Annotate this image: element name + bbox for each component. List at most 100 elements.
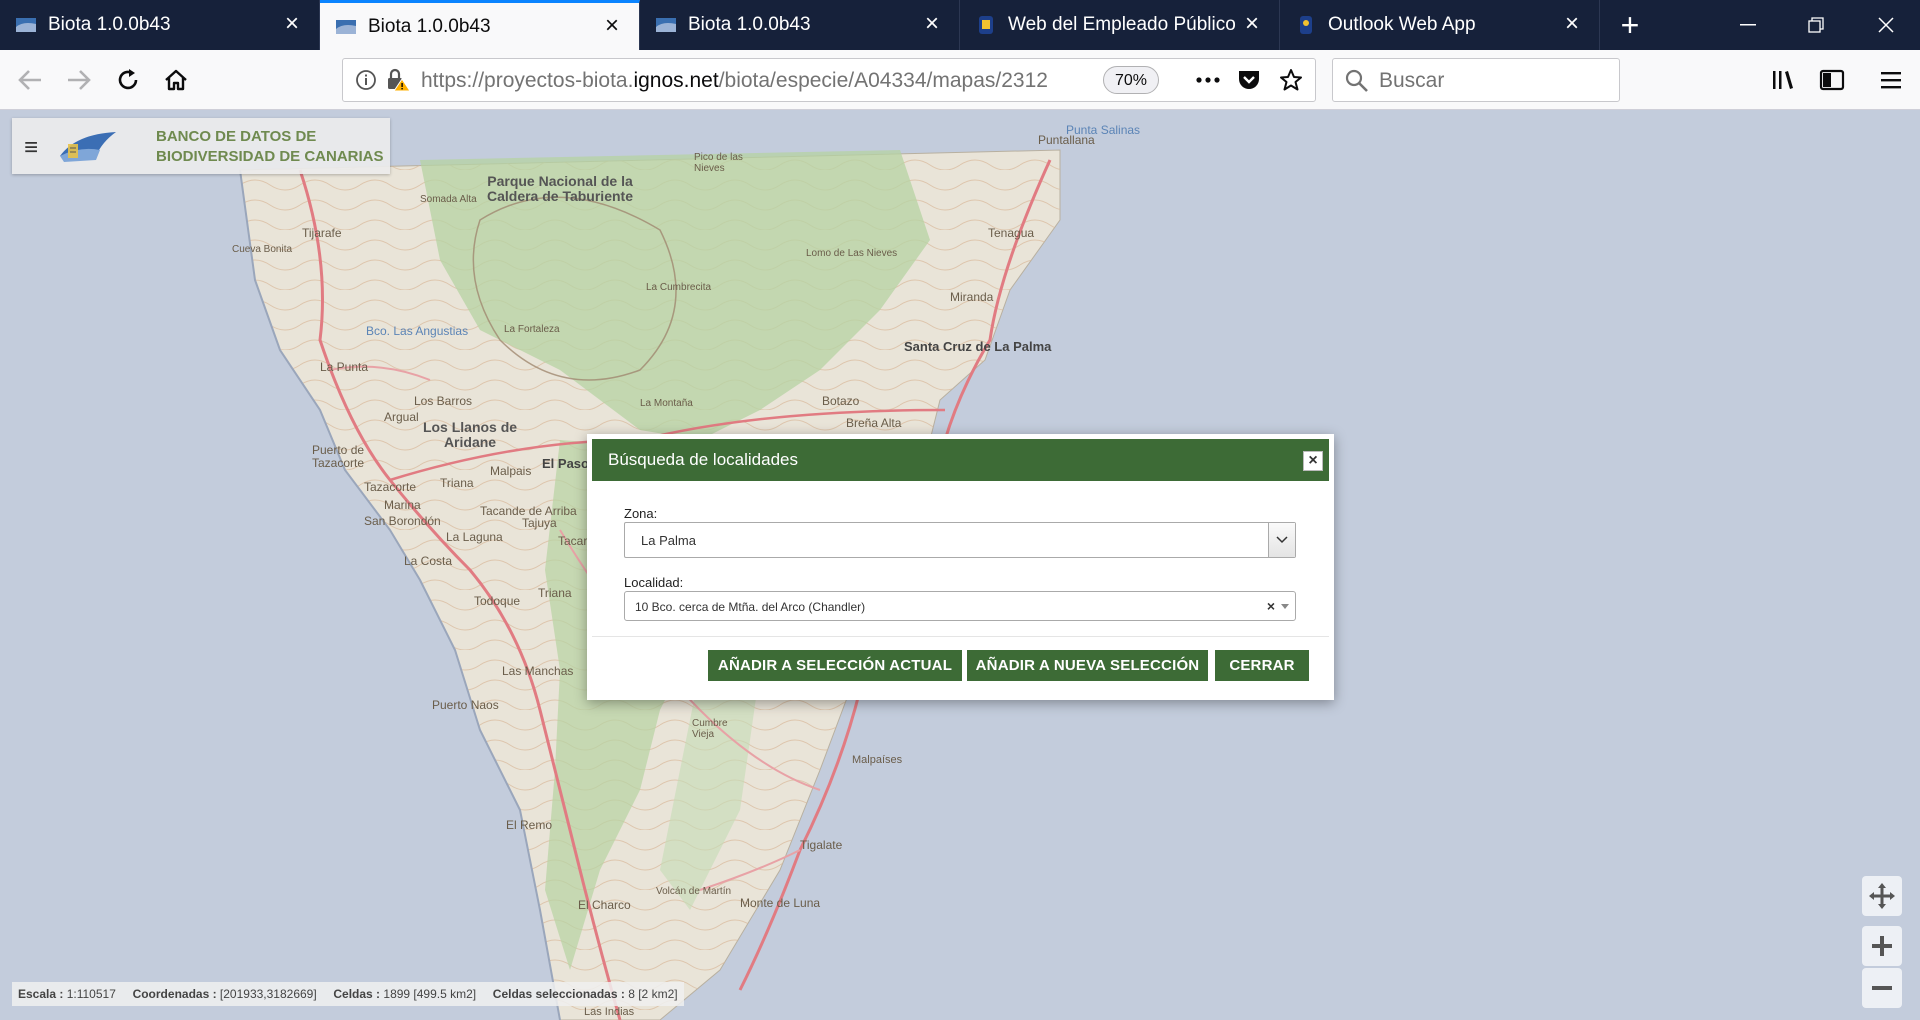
selected-cells-value: 8 [2 km2] xyxy=(628,987,678,1001)
map-label: La Costa xyxy=(404,554,453,568)
map-label: Santa Cruz de La Palma xyxy=(904,339,1052,354)
map-label: Las Manchas xyxy=(502,664,574,678)
map-label: Los Llanos de Aridane xyxy=(422,419,518,450)
library-icon[interactable] xyxy=(1762,58,1806,102)
zona-select[interactable]: La Palma xyxy=(624,522,1296,558)
search-icon xyxy=(1345,69,1369,98)
chevron-down-icon[interactable] xyxy=(1268,523,1295,557)
map-label: Parque Nacional de la Caldera de Taburie… xyxy=(486,173,633,204)
minimize-window-icon[interactable] xyxy=(1714,0,1782,50)
browser-tab-5[interactable]: Outlook Web App × xyxy=(1280,0,1600,50)
map-label: Cumbre Vieja xyxy=(692,718,728,740)
page-actions-icon[interactable] xyxy=(1195,69,1221,96)
tab-title: Outlook Web App xyxy=(1328,14,1476,35)
brand-panel: ≡ BANCO DE DATOS DE BIODIVERSIDAD DE CAN… xyxy=(12,118,390,174)
cells-label: Celdas : xyxy=(333,987,381,1001)
dialog-close-icon[interactable]: × xyxy=(1303,451,1323,471)
close-button[interactable]: CERRAR xyxy=(1215,650,1309,681)
map-label: La Montaña xyxy=(640,398,693,409)
cells-value: 1899 [499.5 km2] xyxy=(383,987,477,1001)
url-text: https://proyectos-biota.ignos.net/biota/… xyxy=(421,69,1061,93)
map-label: La Cumbrecita xyxy=(646,282,712,293)
pan-move-icon[interactable] xyxy=(1862,876,1902,916)
dialog-header: Búsqueda de localidades × xyxy=(592,439,1329,481)
restore-window-icon[interactable] xyxy=(1782,0,1850,50)
close-tab-icon[interactable]: × xyxy=(1559,12,1585,38)
pocket-icon[interactable] xyxy=(1237,69,1261,96)
close-tab-icon[interactable]: × xyxy=(599,13,625,40)
crest-favicon-icon xyxy=(1294,13,1318,37)
browser-tab-3[interactable]: Biota 1.0.0b43 × xyxy=(640,0,960,50)
url-bar[interactable]: https://proyectos-biota.ignos.net/biota/… xyxy=(342,58,1316,102)
map-label: Argual xyxy=(384,410,419,424)
search-placeholder: Buscar xyxy=(1379,69,1445,92)
map-label: Tigalate xyxy=(800,838,843,852)
map-label: Somada Alta xyxy=(420,194,477,205)
bookmark-star-icon[interactable] xyxy=(1279,68,1303,97)
dialog-title: Búsqueda de localidades xyxy=(608,450,798,469)
brand-title-line2: BIODIVERSIDAD DE CANARIAS xyxy=(156,148,384,165)
zoom-in-icon[interactable] xyxy=(1862,926,1902,966)
map-status-bar: Escala : 1:110517 Coordenadas : [201933,… xyxy=(12,982,684,1006)
map-label: Triana xyxy=(440,476,474,490)
clear-selection-icon[interactable]: × xyxy=(1267,598,1275,614)
close-window-icon[interactable] xyxy=(1852,0,1920,50)
tab-strip: Biota 1.0.0b43 × Biota 1.0.0b43 × Biota … xyxy=(0,0,1920,50)
tab-title: Biota 1.0.0b43 xyxy=(368,15,491,37)
dialog-divider xyxy=(592,636,1329,637)
close-tab-icon[interactable]: × xyxy=(919,12,945,38)
map-label: Los Barros xyxy=(414,394,473,408)
zoom-level-badge[interactable]: 70% xyxy=(1103,66,1159,94)
map-label: El Paso xyxy=(542,456,589,471)
dropdown-arrow-icon[interactable] xyxy=(1281,604,1289,609)
menu-icon[interactable]: ≡ xyxy=(24,134,38,162)
map-label: La Punta xyxy=(320,360,369,374)
info-icon[interactable] xyxy=(355,69,377,96)
map-label: La Laguna xyxy=(446,530,503,544)
tab-title: Web del Empleado Público - I xyxy=(1008,14,1239,35)
map-label: Triana xyxy=(538,586,572,600)
url-domain: ignos.net xyxy=(633,69,719,92)
url-prefix: https://proyectos-biota. xyxy=(421,69,634,92)
map-label: Punta Salinas xyxy=(1066,123,1141,137)
map-label: Malpais xyxy=(490,464,532,478)
map-label: Tijarafe xyxy=(302,226,342,240)
close-tab-icon[interactable]: × xyxy=(279,12,305,38)
hamburger-menu-icon[interactable] xyxy=(1869,58,1913,102)
coordinates-label: Coordenadas : xyxy=(132,987,217,1001)
browser-tab-4[interactable]: Web del Empleado Público - I × xyxy=(960,0,1280,50)
browser-tab-2[interactable]: Biota 1.0.0b43 × xyxy=(320,0,640,50)
insecure-lock-icon[interactable] xyxy=(385,68,411,97)
url-path: /biota/especie/A04334/mapas/2312 xyxy=(718,69,1048,92)
tab-title: Biota 1.0.0b43 xyxy=(688,14,811,35)
scale-value: 1:110517 xyxy=(66,987,116,1001)
brand-title: BANCO DE DATOS DE BIODIVERSIDAD DE CANAR… xyxy=(156,127,384,167)
reload-icon[interactable] xyxy=(106,58,150,102)
biota-favicon-icon xyxy=(334,15,358,39)
map-label: Puerto de Tazacorte xyxy=(312,443,365,470)
map-label: Miranda xyxy=(950,290,994,304)
localidad-select[interactable]: 10 Bco. cerca de Mtña. del Arco (Chandle… xyxy=(624,591,1296,621)
map-label: Cueva Bonita xyxy=(232,244,293,255)
map-label: Tazacorte xyxy=(364,480,417,494)
add-to-current-selection-button[interactable]: AÑADIR A SELECCIÓN ACTUAL xyxy=(708,650,962,681)
browser-tab-1[interactable]: Biota 1.0.0b43 × xyxy=(0,0,320,50)
sidebar-toggle-icon[interactable] xyxy=(1810,58,1854,102)
zona-label: Zona: xyxy=(624,506,658,521)
tab-title: Biota 1.0.0b43 xyxy=(48,14,171,35)
forward-arrow-icon[interactable] xyxy=(57,58,101,102)
search-bar[interactable]: Buscar xyxy=(1332,58,1620,102)
locality-search-dialog: Búsqueda de localidades × Zona: La Palma… xyxy=(587,434,1334,700)
new-tab-button[interactable]: + xyxy=(1600,0,1660,50)
biota-logo-icon xyxy=(56,126,120,166)
add-to-new-selection-button[interactable]: AÑADIR A NUEVA SELECCIÓN xyxy=(967,650,1208,681)
home-icon[interactable] xyxy=(154,58,198,102)
back-arrow-icon[interactable] xyxy=(8,58,52,102)
zoom-out-icon[interactable] xyxy=(1862,968,1902,1008)
close-tab-icon[interactable]: × xyxy=(1239,12,1265,38)
crest-favicon-icon xyxy=(974,13,998,37)
brand-title-line1: BANCO DE DATOS DE xyxy=(156,128,317,145)
map-label: Tacar xyxy=(558,534,588,548)
coordinates-value: [201933,3182669] xyxy=(219,987,317,1001)
map-label: San Borondón xyxy=(364,514,441,528)
